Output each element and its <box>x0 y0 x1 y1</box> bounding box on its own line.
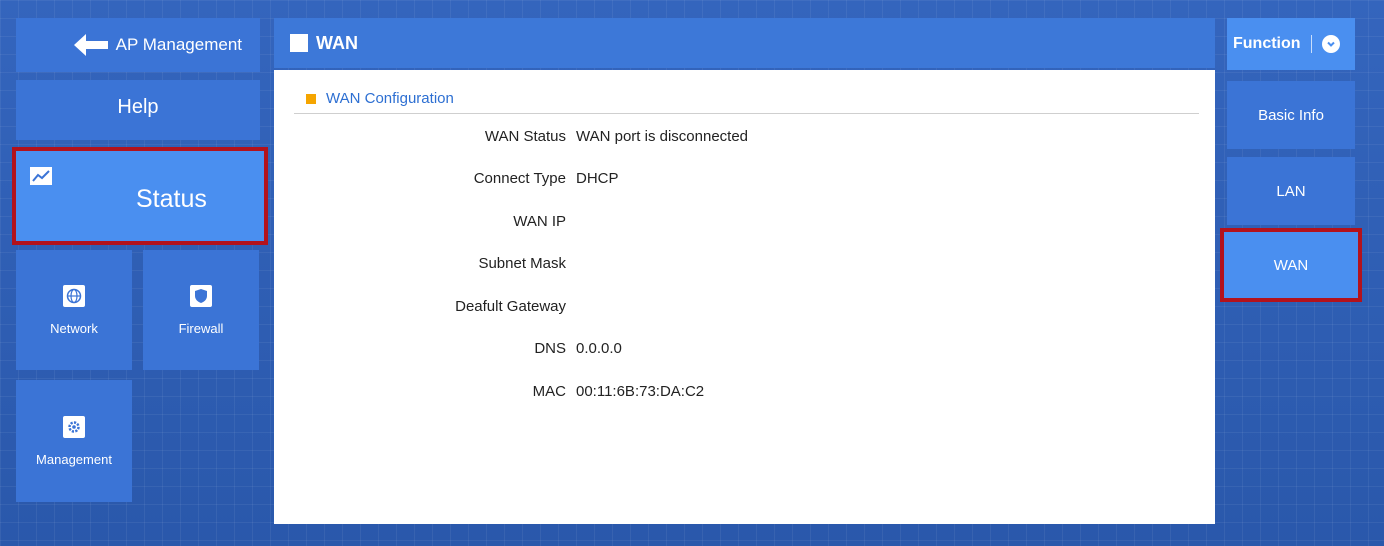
function-label: Function <box>1233 35 1301 52</box>
info-row-wan-ip: WAN IP <box>274 213 1215 233</box>
page-header: WAN <box>274 18 1215 68</box>
row-value: DHCP <box>576 170 619 187</box>
info-row-dns: DNS 0.0.0.0 <box>274 340 1215 360</box>
row-label: DNS <box>534 340 566 357</box>
section-marker-icon <box>306 93 316 104</box>
back-arrow-icon <box>73 34 108 56</box>
row-label: MAC <box>532 383 566 400</box>
section-title: WAN Configuration <box>306 90 454 107</box>
row-value: 00:11:6B:73:DA:C2 <box>576 383 705 400</box>
menu-item-basic-info[interactable]: Basic Info <box>1227 81 1355 149</box>
status-tile[interactable]: Status <box>12 147 268 245</box>
section-divider <box>294 113 1199 114</box>
management-label: Management <box>36 451 112 467</box>
row-label: Subnet Mask <box>478 255 566 272</box>
gear-icon <box>63 415 85 438</box>
info-row-default-gateway: Deafult Gateway <box>274 298 1215 318</box>
info-row-connect-type: Connect Type DHCP <box>274 170 1215 190</box>
network-label: Network <box>50 320 98 336</box>
help-label: Help <box>117 95 159 118</box>
section-title-text: WAN Configuration <box>326 90 454 107</box>
info-row-wan-status: WAN Status WAN port is disconnected <box>274 128 1215 148</box>
page-title: WAN <box>316 32 358 53</box>
network-tile[interactable]: Network <box>16 250 132 370</box>
row-label: WAN IP <box>513 213 566 230</box>
menu-item-wan[interactable]: WAN <box>1220 228 1362 302</box>
function-dropdown[interactable]: Function <box>1227 18 1355 70</box>
header-square-icon <box>290 34 308 52</box>
shield-icon <box>190 284 212 307</box>
status-label: Status <box>136 185 207 213</box>
menu-item-label: Basic Info <box>1258 106 1324 124</box>
menu-item-lan[interactable]: LAN <box>1227 157 1355 225</box>
menu-item-label: LAN <box>1276 182 1306 200</box>
firewall-tile[interactable]: Firewall <box>143 250 259 370</box>
help-tile[interactable]: Help <box>16 80 260 140</box>
ap-management-label: AP Management <box>115 35 242 54</box>
chevron-down-icon <box>1321 35 1340 53</box>
info-row-mac: MAC 00:11:6B:73:DA:C2 <box>274 383 1215 403</box>
globe-icon <box>63 284 85 307</box>
row-value: WAN port is disconnected <box>576 128 749 145</box>
row-label: Connect Type <box>473 170 566 187</box>
function-separator <box>1310 35 1312 53</box>
firewall-label: Firewall <box>178 320 224 336</box>
content-panel: WAN Configuration WAN Status WAN port is… <box>274 70 1215 524</box>
management-tile[interactable]: Management <box>16 380 132 502</box>
chart-icon <box>30 167 52 185</box>
menu-item-label: WAN <box>1273 256 1309 274</box>
row-label: Deafult Gateway <box>455 298 566 315</box>
ap-management-button[interactable]: AP Management <box>16 18 260 72</box>
info-row-subnet-mask: Subnet Mask <box>274 255 1215 275</box>
row-value: 0.0.0.0 <box>576 340 622 357</box>
row-label: WAN Status <box>484 128 566 145</box>
